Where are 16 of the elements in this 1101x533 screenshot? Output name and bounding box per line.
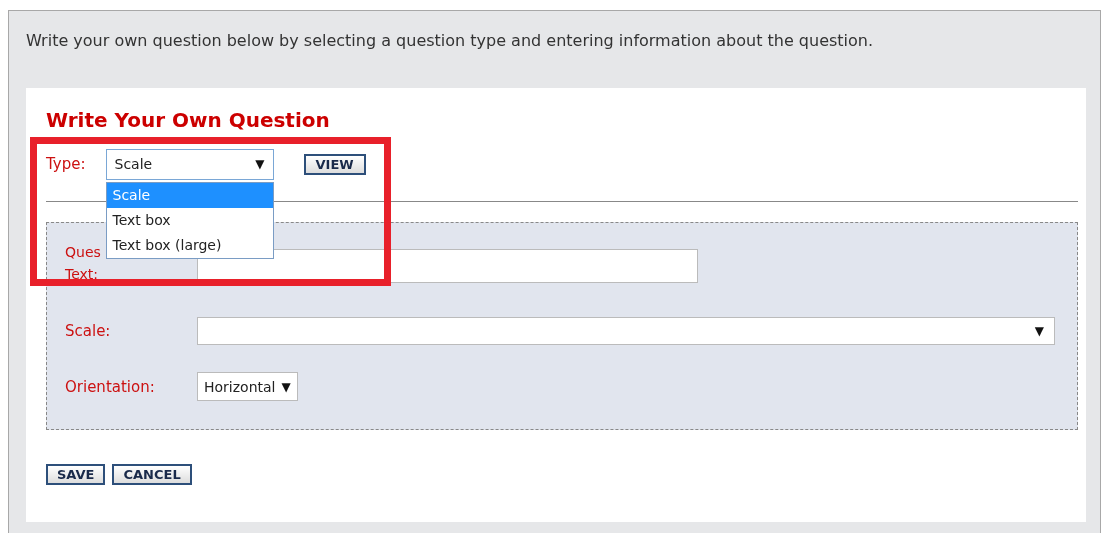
form-button[interactable]: CANCEL (112, 464, 192, 485)
scale-dropdown[interactable]: ▼ (196, 317, 1055, 345)
dropdown-option[interactable]: Text box (large) (106, 232, 273, 258)
form-button[interactable]: SAVE (46, 464, 106, 485)
question-text-label: Ques (65, 243, 101, 262)
orientation-label: Orientation: (65, 377, 156, 396)
type-label: Type: (46, 155, 86, 173)
intro-text: Write your own question below by selecting a question type and entering information about the question. (26, 31, 875, 50)
scale-label: Scale: (65, 322, 112, 340)
form-title: Write Your Own Question (46, 108, 331, 134)
type-value: Scale (114, 156, 153, 172)
orientation-dropdown[interactable]: Horizontal ▼ (197, 372, 298, 401)
question-text-label: Text: (65, 265, 99, 284)
view-button[interactable]: VIEW (303, 153, 366, 175)
caret-icon: ▼ (255, 157, 265, 171)
dropdown-option[interactable]: Text box (106, 207, 273, 233)
